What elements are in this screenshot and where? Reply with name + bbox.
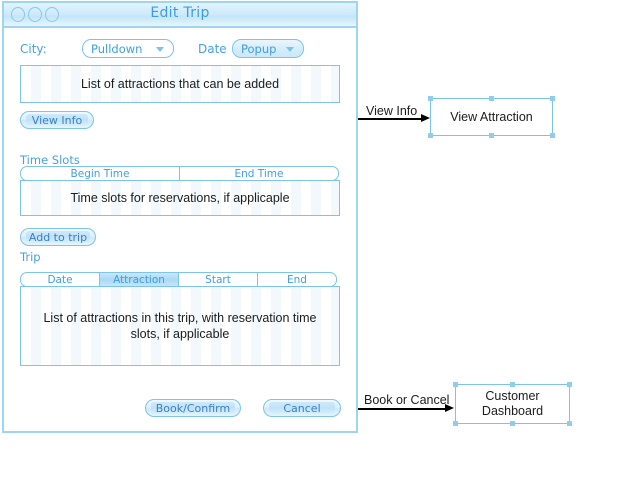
resize-handle-icon[interactable] [489, 133, 494, 138]
column-header-begin-time[interactable]: Begin Time [20, 166, 180, 181]
arrow-shaft [358, 408, 446, 410]
trip-section-label: Trip [20, 250, 41, 264]
arrow-head-icon [421, 114, 430, 122]
arrow-head-icon [445, 404, 454, 412]
attractions-list-placeholder: List of attractions that can be added [80, 77, 280, 91]
column-header-start[interactable]: Start [178, 272, 258, 287]
customer-dashboard-line-1: Customer [485, 389, 540, 403]
city-pulldown-value: Pulldown [91, 41, 143, 56]
chevron-down-icon [156, 46, 164, 52]
arrow-shaft [358, 118, 422, 120]
customer-dashboard-line-2: Dashboard [481, 404, 544, 418]
resize-handle-icon[interactable] [567, 382, 572, 387]
city-pulldown[interactable]: Pulldown [82, 39, 174, 58]
view-info-button[interactable]: View Info [20, 111, 94, 129]
date-label: Date [198, 42, 227, 56]
resize-handle-icon[interactable] [550, 96, 555, 101]
window-titlebar[interactable]: Edit Trip [4, 3, 356, 28]
filter-row: City: Pulldown Date Popup [20, 39, 340, 61]
resize-handle-icon[interactable] [453, 382, 458, 387]
column-header-attraction[interactable]: Attraction [99, 272, 179, 287]
trip-list-placeholder: List of attractions in this trip, with r… [43, 311, 317, 341]
resize-handle-icon[interactable] [428, 133, 433, 138]
view-attraction-screen-label: View Attraction [450, 109, 533, 124]
column-header-end[interactable]: End [257, 272, 337, 287]
column-header-end-time[interactable]: End Time [179, 166, 339, 181]
view-info-transition-arrow [358, 114, 430, 123]
column-header-date[interactable]: Date [20, 272, 100, 287]
customer-dashboard-screen-box[interactable]: Customer Dashboard [453, 382, 572, 426]
date-popup-value: Popup [241, 41, 277, 56]
view-info-button-label: View Info [31, 113, 83, 127]
resize-handle-icon[interactable] [489, 96, 494, 101]
resize-handle-icon[interactable] [510, 382, 515, 387]
cancel-button[interactable]: Cancel [263, 399, 341, 417]
trip-table-header: Date Attraction Start End [20, 272, 340, 287]
attractions-list[interactable]: List of attractions that can be added [20, 65, 340, 103]
cancel-button-label: Cancel [283, 401, 321, 415]
resize-handle-icon[interactable] [428, 96, 433, 101]
time-slots-list[interactable]: Time slots for reservations, if applicap… [20, 180, 340, 216]
time-slots-table-header: Begin Time End Time [20, 166, 340, 181]
book-confirm-button-label: Book/Confirm [155, 401, 231, 415]
chevron-down-icon [286, 46, 294, 52]
view-attraction-screen-box[interactable]: View Attraction [428, 96, 555, 138]
add-to-trip-button[interactable]: Add to trip [20, 228, 96, 246]
add-to-trip-button-label: Add to trip [28, 230, 88, 244]
window-title: Edit Trip [150, 5, 210, 21]
date-popup[interactable]: Popup [232, 39, 304, 58]
book-cancel-transition-arrow [358, 404, 454, 413]
book-confirm-button[interactable]: Book/Confirm [145, 399, 241, 417]
resize-handle-icon[interactable] [510, 421, 515, 426]
resize-handle-icon[interactable] [453, 421, 458, 426]
time-slots-section-label: Time Slots [20, 153, 80, 167]
city-label: City: [20, 42, 47, 56]
edit-trip-window: Edit Trip City: Pulldown Date Popup List… [2, 1, 358, 433]
resize-handle-icon[interactable] [550, 133, 555, 138]
trip-list[interactable]: List of attractions in this trip, with r… [20, 286, 340, 366]
customer-dashboard-screen-label: Customer Dashboard [482, 389, 543, 419]
time-slots-placeholder: Time slots for reservations, if applicap… [70, 191, 290, 205]
resize-handle-icon[interactable] [567, 421, 572, 426]
